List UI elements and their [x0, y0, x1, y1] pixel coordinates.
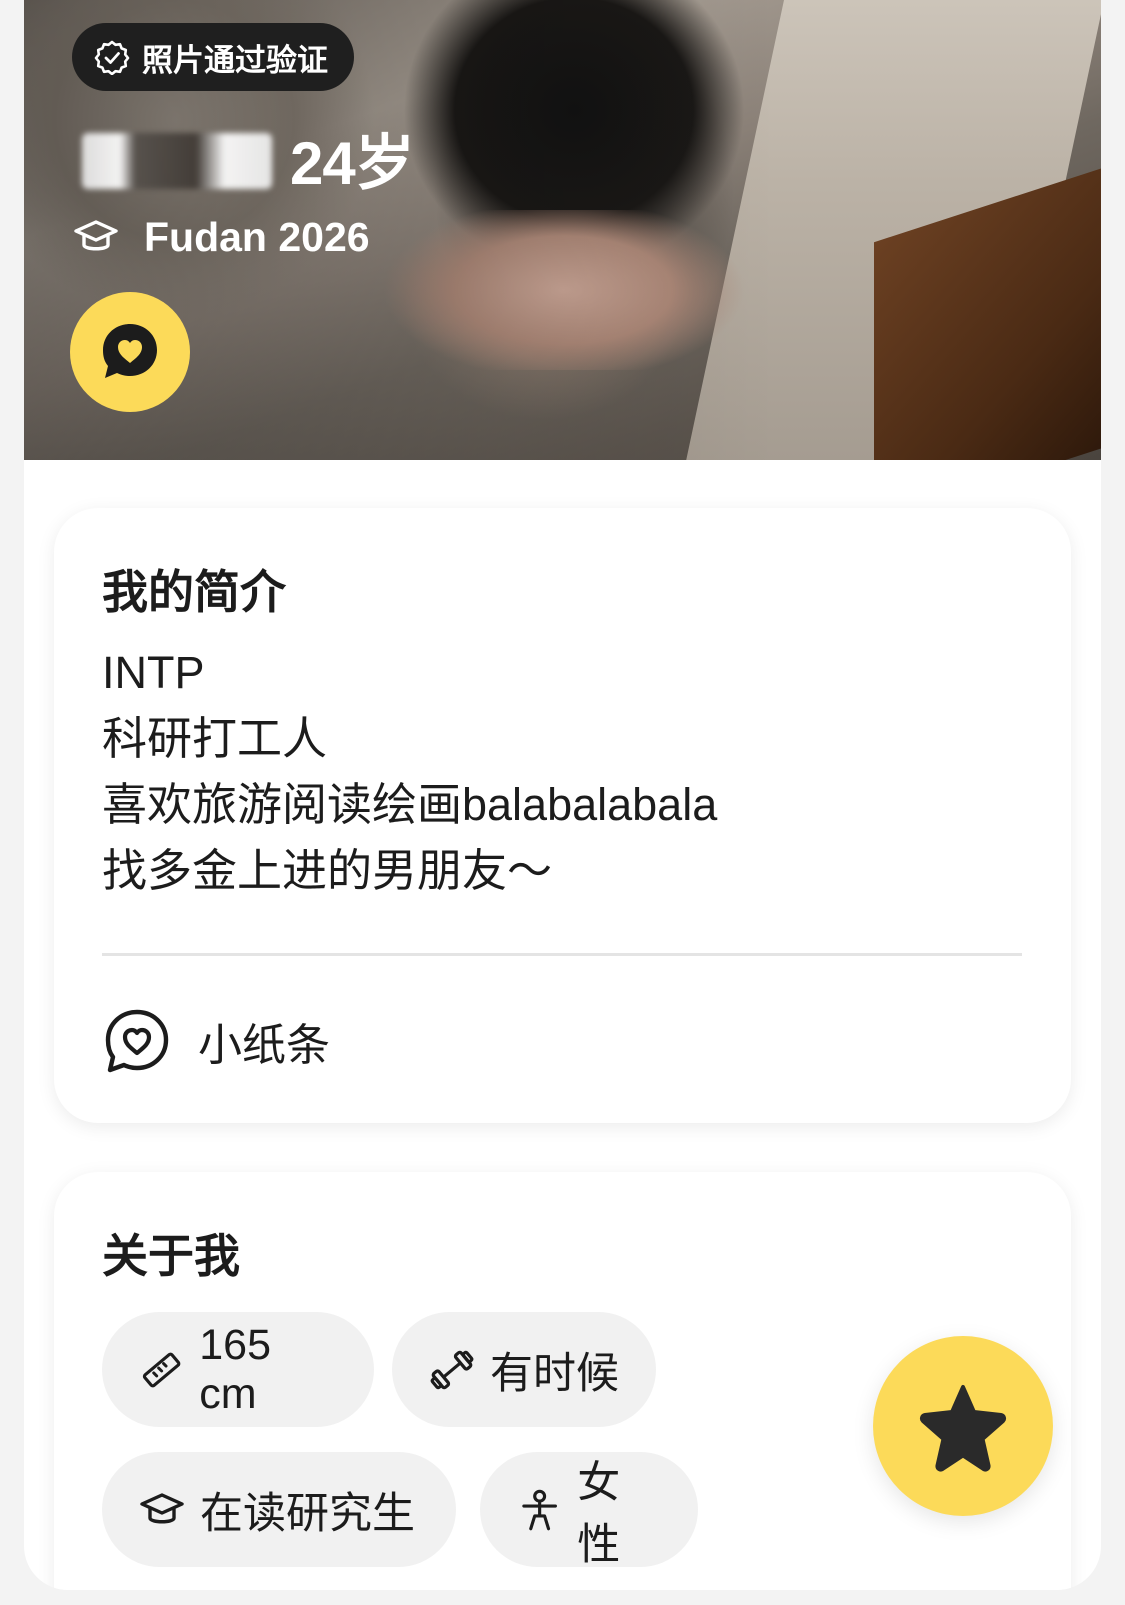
ruler-icon	[142, 1352, 181, 1387]
chat-heart-icon	[103, 324, 157, 378]
height-chip: 165 cm	[102, 1312, 374, 1427]
gender-value: 女性	[577, 1458, 621, 1569]
chat-heart-outline-icon	[105, 1009, 169, 1073]
star-icon	[919, 1385, 1007, 1472]
bio-line: 找多金上进的男朋友～	[102, 845, 553, 896]
graduation-cap-icon	[74, 220, 118, 251]
graduation-cap-icon	[140, 1492, 184, 1523]
education-value: 在读研究生	[200, 1489, 415, 1538]
note-button[interactable]: 小纸条	[102, 1006, 330, 1076]
gender-chip: 女性	[480, 1452, 698, 1569]
verified-check-icon	[94, 40, 130, 75]
age-label: 24岁	[290, 129, 415, 197]
bio-line: 喜欢旅游阅读绘画balabalabala	[102, 779, 718, 830]
exercise-chip: 有时候	[392, 1312, 656, 1427]
verified-badge-label: 照片通过验证	[142, 42, 328, 78]
school-row: Fudan 2026	[72, 210, 370, 264]
bio-text: INTP 科研打工人 喜欢旅游阅读绘画balabalabala 找多金上进的男朋…	[102, 640, 1022, 904]
intro-title: 我的简介	[102, 566, 286, 618]
profile-photo[interactable]: 照片通过验证 24岁 Fudan 2026	[24, 0, 1101, 460]
height-value: 165 cm	[199, 1320, 271, 1418]
intro-card: 我的简介 INTP 科研打工人 喜欢旅游阅读绘画balabalabala 找多金…	[54, 508, 1071, 1123]
bio-line: INTP	[102, 647, 205, 698]
dumbbell-icon	[430, 1350, 474, 1389]
name-redacted	[72, 125, 272, 191]
divider	[102, 953, 1022, 956]
hero-chat-button[interactable]	[70, 292, 190, 412]
bio-line: 科研打工人	[102, 713, 328, 764]
school-label: Fudan 2026	[144, 213, 370, 260]
photo-verified-badge: 照片通过验证	[72, 23, 354, 91]
super-like-button[interactable]	[873, 1336, 1053, 1516]
exercise-value: 有时候	[490, 1349, 619, 1398]
name-age-row: 24岁	[72, 118, 415, 198]
note-label: 小纸条	[198, 1021, 330, 1070]
name-blur-mask	[82, 133, 272, 189]
education-chip: 在读研究生	[102, 1452, 456, 1567]
person-icon	[522, 1489, 557, 1530]
about-title: 关于我	[102, 1230, 240, 1282]
